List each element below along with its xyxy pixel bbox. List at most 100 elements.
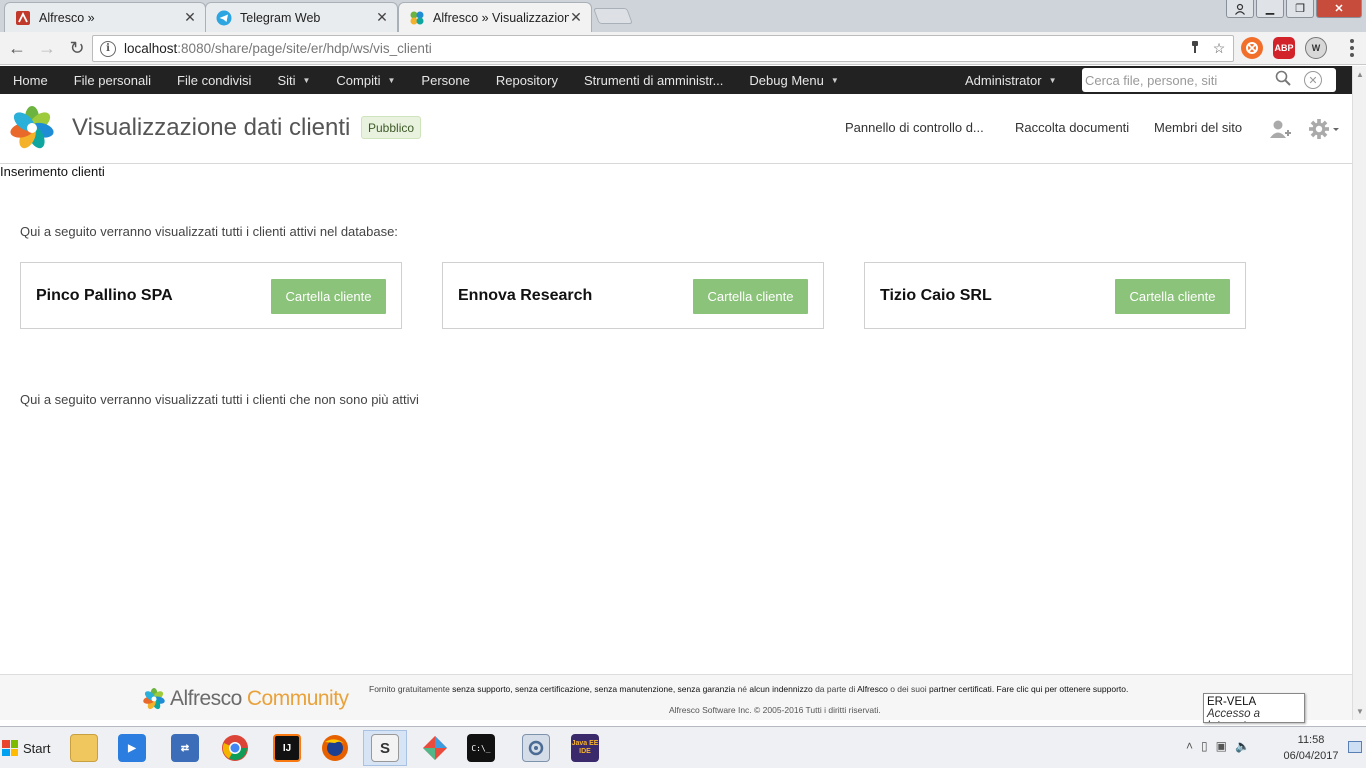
footer-brand: Alfresco (170, 687, 242, 710)
nav-label: Repository (495, 72, 558, 88)
client-folder-button[interactable]: Cartella cliente (693, 279, 808, 314)
slack-icon[interactable]: S (363, 730, 407, 766)
close-window-button[interactable]: ✕ (1316, 0, 1362, 18)
show-desktop-button[interactable] (1348, 741, 1362, 753)
scroll-up-icon[interactable]: ▲ (1356, 70, 1364, 79)
page-footer: Alfresco Community Fornito gratuitamente… (0, 674, 1352, 720)
tab-alfresco[interactable]: Alfresco » ✕ (4, 2, 206, 32)
minimize-button[interactable]: ▁ (1256, 0, 1284, 18)
footer-text-part: da parte di (812, 684, 858, 694)
nav-file-condivisi[interactable]: File condivisi (164, 73, 264, 88)
terminal-icon[interactable]: C:\_ (459, 730, 503, 766)
adblock-icon[interactable]: ABP (1273, 37, 1295, 59)
terminal-prompt-icon: C:\_ (467, 734, 495, 762)
system-clock[interactable]: 11:58 06/04/2017 (1278, 732, 1344, 764)
sourcetree-icon[interactable] (413, 730, 457, 766)
slack-logo-icon: S (371, 734, 399, 762)
chrome-logo-icon (222, 735, 248, 761)
client-card: Pinco Pallino SPA Cartella cliente (20, 262, 402, 329)
javaee-logo-icon: Java EE IDE (571, 734, 599, 762)
clear-search-icon[interactable]: ✕ (1304, 71, 1322, 89)
close-icon[interactable]: ✕ (569, 9, 583, 26)
network-icon[interactable]: ⇄ (163, 730, 207, 766)
nav-label: File condivisi (177, 72, 252, 88)
media-player-icon[interactable]: ▶ (110, 730, 154, 766)
new-tab-button[interactable] (593, 8, 633, 24)
eclipse-javaee-icon[interactable]: Java EE IDE (563, 730, 607, 766)
url-host: localhost (124, 41, 178, 56)
nav-home[interactable]: Home (0, 73, 61, 88)
footer-support-text[interactable]: Fornito gratuitamente senza supporto, se… (369, 684, 1128, 694)
nav-label: Compiti (336, 72, 381, 88)
client-card: Ennova Research Cartella cliente (442, 262, 824, 329)
client-name: Tizio Caio SRL (880, 287, 992, 304)
intellij-icon[interactable]: IJ (265, 730, 309, 766)
network-tray-icon[interactable]: ▣ (1216, 739, 1227, 753)
chrome-icon[interactable] (213, 730, 257, 766)
action-center-icon[interactable]: ▯ (1201, 739, 1208, 753)
client-folder-button[interactable]: Cartella cliente (271, 279, 386, 314)
address-bar[interactable]: i localhost:8080/share/page/site/er/hdp/… (92, 35, 1234, 62)
nav-persone[interactable]: Persone (408, 73, 482, 88)
clock-date: 06/04/2017 (1283, 750, 1339, 762)
close-icon[interactable]: ✕ (375, 9, 389, 26)
close-icon[interactable]: ✕ (183, 9, 197, 26)
footer-text-part: Alfresco (857, 684, 888, 694)
w-icon[interactable]: W (1305, 37, 1327, 59)
client-card: Tizio Caio SRL Cartella cliente (864, 262, 1246, 329)
search-icon[interactable] (1272, 70, 1294, 90)
alfresco-icon (409, 10, 425, 26)
nav-label: Debug Menu (749, 72, 824, 88)
reload-icon[interactable]: ↻ (64, 35, 90, 61)
add-user-icon[interactable] (1268, 118, 1292, 140)
caret-down-icon: ▼ (1048, 75, 1057, 85)
nav-label: Strumenti di amministr... (583, 72, 724, 88)
control-panel-icon[interactable] (514, 730, 558, 766)
user-menu[interactable]: Administrator ▼ (952, 66, 1070, 94)
caret-down-icon: ▼ (830, 75, 839, 85)
site-nav-dashboard[interactable]: Pannello di controllo d... (845, 120, 984, 135)
page-scrollbar[interactable]: ▲ ▼ (1352, 66, 1366, 720)
tab-alfresco-visualizzazione[interactable]: Alfresco » Visualizzazione ✕ (398, 2, 592, 32)
avast-icon[interactable] (1241, 37, 1263, 59)
nav-debug-menu[interactable]: Debug Menu ▼ (736, 73, 851, 88)
search-input[interactable] (1082, 72, 1272, 88)
alfresco-flower-icon (143, 688, 165, 710)
telegram-icon (216, 10, 232, 26)
forward-arrow-icon[interactable]: → (34, 35, 60, 61)
client-name: Pinco Pallino SPA (36, 287, 173, 304)
site-nav-members[interactable]: Membri del sito (1154, 120, 1242, 135)
alfresco-community-logo[interactable]: Alfresco Community (142, 687, 349, 711)
windows-logo-icon (2, 740, 18, 756)
inactive-clients-intro: Qui a seguito verranno visualizzati tutt… (20, 392, 419, 407)
bookmark-star-icon[interactable]: ☆ (1209, 40, 1229, 57)
nav-repository[interactable]: Repository (483, 73, 571, 88)
windows-taskbar: Start ▶ ⇄ IJ S C:\_ Java EE IDE ˄ ▯ ▣ 🔈 (0, 726, 1366, 768)
gear-icon[interactable] (1308, 118, 1342, 140)
user-icon[interactable] (1226, 0, 1254, 18)
nav-file-personali[interactable]: File personali (61, 73, 164, 88)
maximize-button[interactable]: ❐ (1286, 0, 1314, 18)
site-header: Visualizzazione dati clienti Pubblico Pa… (0, 94, 1352, 164)
browser-menu-icon[interactable] (1344, 38, 1360, 58)
site-nav-document-library[interactable]: Raccolta documenti (1015, 120, 1129, 135)
tab-title: Alfresco » (39, 10, 95, 25)
explorer-icon[interactable] (62, 730, 106, 766)
volume-icon[interactable]: 🔈 (1235, 739, 1250, 753)
nav-siti[interactable]: Siti ▼ (264, 73, 323, 88)
browser-tabstrip: Alfresco » ✕ Telegram Web ✕ Alfresco » V… (0, 0, 1366, 32)
alfresco-logo-icon[interactable] (8, 103, 58, 153)
info-icon[interactable]: i (100, 40, 116, 57)
key-icon[interactable] (1185, 40, 1205, 57)
nav-strumenti-amministrazione[interactable]: Strumenti di amministr... (571, 73, 736, 88)
footer-text-part: senza supporto, senza certificazione, se… (452, 684, 736, 694)
nav-compiti[interactable]: Compiti ▼ (323, 73, 408, 88)
start-button[interactable]: Start (2, 733, 62, 763)
firefox-icon[interactable] (313, 730, 357, 766)
back-arrow-icon[interactable]: ← (4, 35, 30, 61)
show-hidden-icons[interactable]: ˄ (1186, 739, 1193, 753)
url-text[interactable]: localhost:8080/share/page/site/er/hdp/ws… (124, 41, 1185, 56)
client-folder-button[interactable]: Cartella cliente (1115, 279, 1230, 314)
scroll-down-icon[interactable]: ▼ (1356, 707, 1364, 716)
tab-telegram[interactable]: Telegram Web ✕ (205, 2, 398, 32)
